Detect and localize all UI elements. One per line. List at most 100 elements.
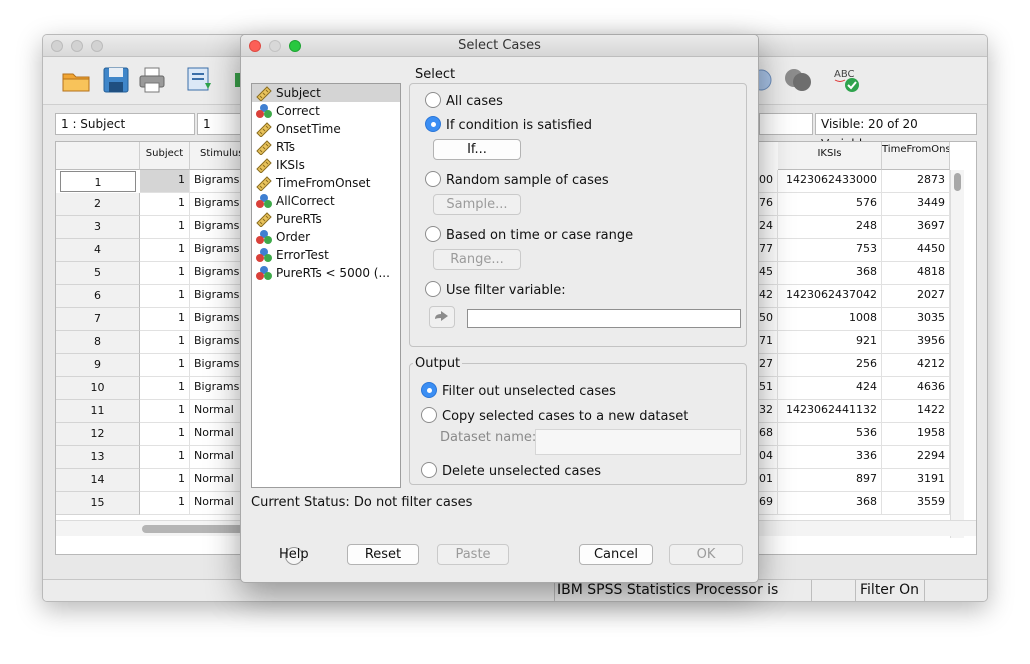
cell-stimulus[interactable]: Bigrams bbox=[190, 262, 242, 285]
cell-iksis[interactable]: 1423062433000 bbox=[778, 170, 882, 193]
print-icon[interactable] bbox=[137, 65, 167, 95]
spell-check-icon[interactable]: ABC bbox=[831, 65, 861, 95]
cell-iksis[interactable]: 336 bbox=[778, 446, 882, 469]
filter-variable-field[interactable] bbox=[467, 309, 741, 328]
variable-item[interactable]: PureRTs < 5000 (... bbox=[252, 264, 400, 282]
dataset-name-field[interactable] bbox=[535, 429, 741, 455]
cell-editor-extension[interactable] bbox=[759, 113, 813, 135]
cell-subject[interactable]: 1 bbox=[140, 446, 190, 469]
cell-timefromonset[interactable]: 3449 bbox=[882, 193, 950, 216]
cell-stimulus[interactable]: Normal bbox=[190, 400, 242, 423]
reset-button[interactable]: Reset bbox=[347, 544, 419, 565]
move-variable-button[interactable] bbox=[429, 306, 455, 328]
cell-iksis[interactable]: 1423062437042 bbox=[778, 285, 882, 308]
row-number[interactable]: 15 bbox=[56, 492, 140, 515]
cell-subject[interactable]: 1 bbox=[140, 216, 190, 239]
row-number[interactable]: 4 bbox=[56, 239, 140, 262]
radio-filter-variable-indicator[interactable] bbox=[425, 281, 441, 297]
cell-iksis[interactable]: 368 bbox=[778, 262, 882, 285]
dialog-zoom-button[interactable] bbox=[289, 40, 301, 52]
cell-subject[interactable]: 1 bbox=[140, 308, 190, 331]
radio-delete-unselected[interactable]: Delete unselected cases bbox=[421, 462, 601, 481]
cell-value-box[interactable]: 1 bbox=[197, 113, 243, 135]
cell-timefromonset[interactable]: 4212 bbox=[882, 354, 950, 377]
row-number[interactable]: 1 bbox=[60, 171, 136, 192]
cell-timefromonset[interactable]: 2027 bbox=[882, 285, 950, 308]
cell-timefromonset[interactable]: 3956 bbox=[882, 331, 950, 354]
row-number[interactable]: 6 bbox=[56, 285, 140, 308]
open-folder-icon[interactable] bbox=[61, 65, 91, 95]
row-number[interactable]: 8 bbox=[56, 331, 140, 354]
save-icon[interactable] bbox=[101, 65, 131, 95]
cell-stimulus[interactable]: Bigrams bbox=[190, 239, 242, 262]
cell-subject[interactable]: 1 bbox=[140, 331, 190, 354]
row-number[interactable]: 9 bbox=[56, 354, 140, 377]
window-zoom-inactive[interactable] bbox=[91, 40, 103, 52]
radio-random-sample-indicator[interactable] bbox=[425, 171, 441, 187]
cell-subject[interactable]: 1 bbox=[140, 193, 190, 216]
if-button[interactable]: If... bbox=[433, 139, 521, 160]
vertical-scrollbar[interactable] bbox=[950, 170, 964, 538]
window-close-inactive[interactable] bbox=[51, 40, 63, 52]
cell-timefromonset[interactable]: 3697 bbox=[882, 216, 950, 239]
range-button[interactable]: Range... bbox=[433, 249, 521, 270]
recall-dialog-icon[interactable] bbox=[185, 65, 215, 95]
cell-subject[interactable]: 1 bbox=[140, 400, 190, 423]
cell-subject[interactable]: 1 bbox=[140, 377, 190, 400]
window-minimize-inactive[interactable] bbox=[71, 40, 83, 52]
cell-timefromonset[interactable]: 1422 bbox=[882, 400, 950, 423]
cell-iksis[interactable]: 921 bbox=[778, 331, 882, 354]
cell-iksis[interactable]: 1008 bbox=[778, 308, 882, 331]
cell-timefromonset[interactable]: 1958 bbox=[882, 423, 950, 446]
radio-all-cases[interactable]: All cases bbox=[425, 92, 503, 111]
row-number[interactable]: 3 bbox=[56, 216, 140, 239]
variable-item[interactable]: Correct bbox=[252, 102, 400, 120]
variable-item[interactable]: OnsetTime bbox=[252, 120, 400, 138]
sample-button[interactable]: Sample... bbox=[433, 194, 521, 215]
cell-stimulus[interactable]: Normal bbox=[190, 469, 242, 492]
cell-stimulus[interactable]: Bigrams bbox=[190, 377, 242, 400]
horizontal-scroll-thumb[interactable] bbox=[142, 525, 252, 533]
column-header-stimulus[interactable]: Stimulus bbox=[190, 142, 242, 170]
cell-iksis[interactable]: 368 bbox=[778, 492, 882, 515]
cell-stimulus[interactable]: Normal bbox=[190, 423, 242, 446]
cell-stimulus[interactable]: Bigrams bbox=[190, 216, 242, 239]
cell-iksis[interactable]: 753 bbox=[778, 239, 882, 262]
cell-stimulus[interactable]: Normal bbox=[190, 492, 242, 515]
cell-timefromonset[interactable]: 2873 bbox=[882, 170, 950, 193]
cell-stimulus[interactable]: Bigrams bbox=[190, 354, 242, 377]
cell-timefromonset[interactable]: 4636 bbox=[882, 377, 950, 400]
dialog-minimize-button[interactable] bbox=[269, 40, 281, 52]
cell-subject[interactable]: 1 bbox=[140, 423, 190, 446]
cell-subject[interactable]: 1 bbox=[140, 285, 190, 308]
cell-iksis[interactable]: 424 bbox=[778, 377, 882, 400]
row-number[interactable]: 13 bbox=[56, 446, 140, 469]
radio-if-condition[interactable]: If condition is satisfied bbox=[425, 116, 592, 135]
row-number[interactable]: 10 bbox=[56, 377, 140, 400]
use-variable-sets-icon[interactable] bbox=[783, 65, 813, 95]
variable-list[interactable]: Subject Correct OnsetTime RTs IKSIs TimeFromO… bbox=[251, 83, 401, 488]
radio-filter-out-indicator[interactable] bbox=[421, 382, 437, 398]
cell-timefromonset[interactable]: 3035 bbox=[882, 308, 950, 331]
column-header-timefromonset[interactable]: TimeFromOnset bbox=[882, 142, 950, 170]
radio-random-sample[interactable]: Random sample of cases bbox=[425, 171, 609, 190]
help-button[interactable]: Help bbox=[279, 545, 311, 566]
vertical-scroll-thumb[interactable] bbox=[954, 173, 961, 191]
cell-timefromonset[interactable]: 3559 bbox=[882, 492, 950, 515]
radio-filter-out[interactable]: Filter out unselected cases bbox=[421, 382, 616, 401]
variable-item[interactable]: PureRTs bbox=[252, 210, 400, 228]
row-number[interactable]: 14 bbox=[56, 469, 140, 492]
cell-iksis[interactable]: 536 bbox=[778, 423, 882, 446]
cell-subject[interactable]: 1 bbox=[140, 469, 190, 492]
cell-stimulus[interactable]: Bigrams bbox=[190, 308, 242, 331]
radio-time-range-indicator[interactable] bbox=[425, 226, 441, 242]
variable-item[interactable]: ErrorTest bbox=[252, 246, 400, 264]
cell-stimulus[interactable]: Bigrams bbox=[190, 285, 242, 308]
cell-timefromonset[interactable]: 3191 bbox=[882, 469, 950, 492]
cell-subject[interactable]: 1 bbox=[140, 239, 190, 262]
cancel-button[interactable]: Cancel bbox=[579, 544, 653, 565]
variable-item[interactable]: AllCorrect bbox=[252, 192, 400, 210]
dialog-close-button[interactable] bbox=[249, 40, 261, 52]
row-number[interactable]: 5 bbox=[56, 262, 140, 285]
cell-stimulus[interactable]: Bigrams bbox=[190, 170, 242, 193]
